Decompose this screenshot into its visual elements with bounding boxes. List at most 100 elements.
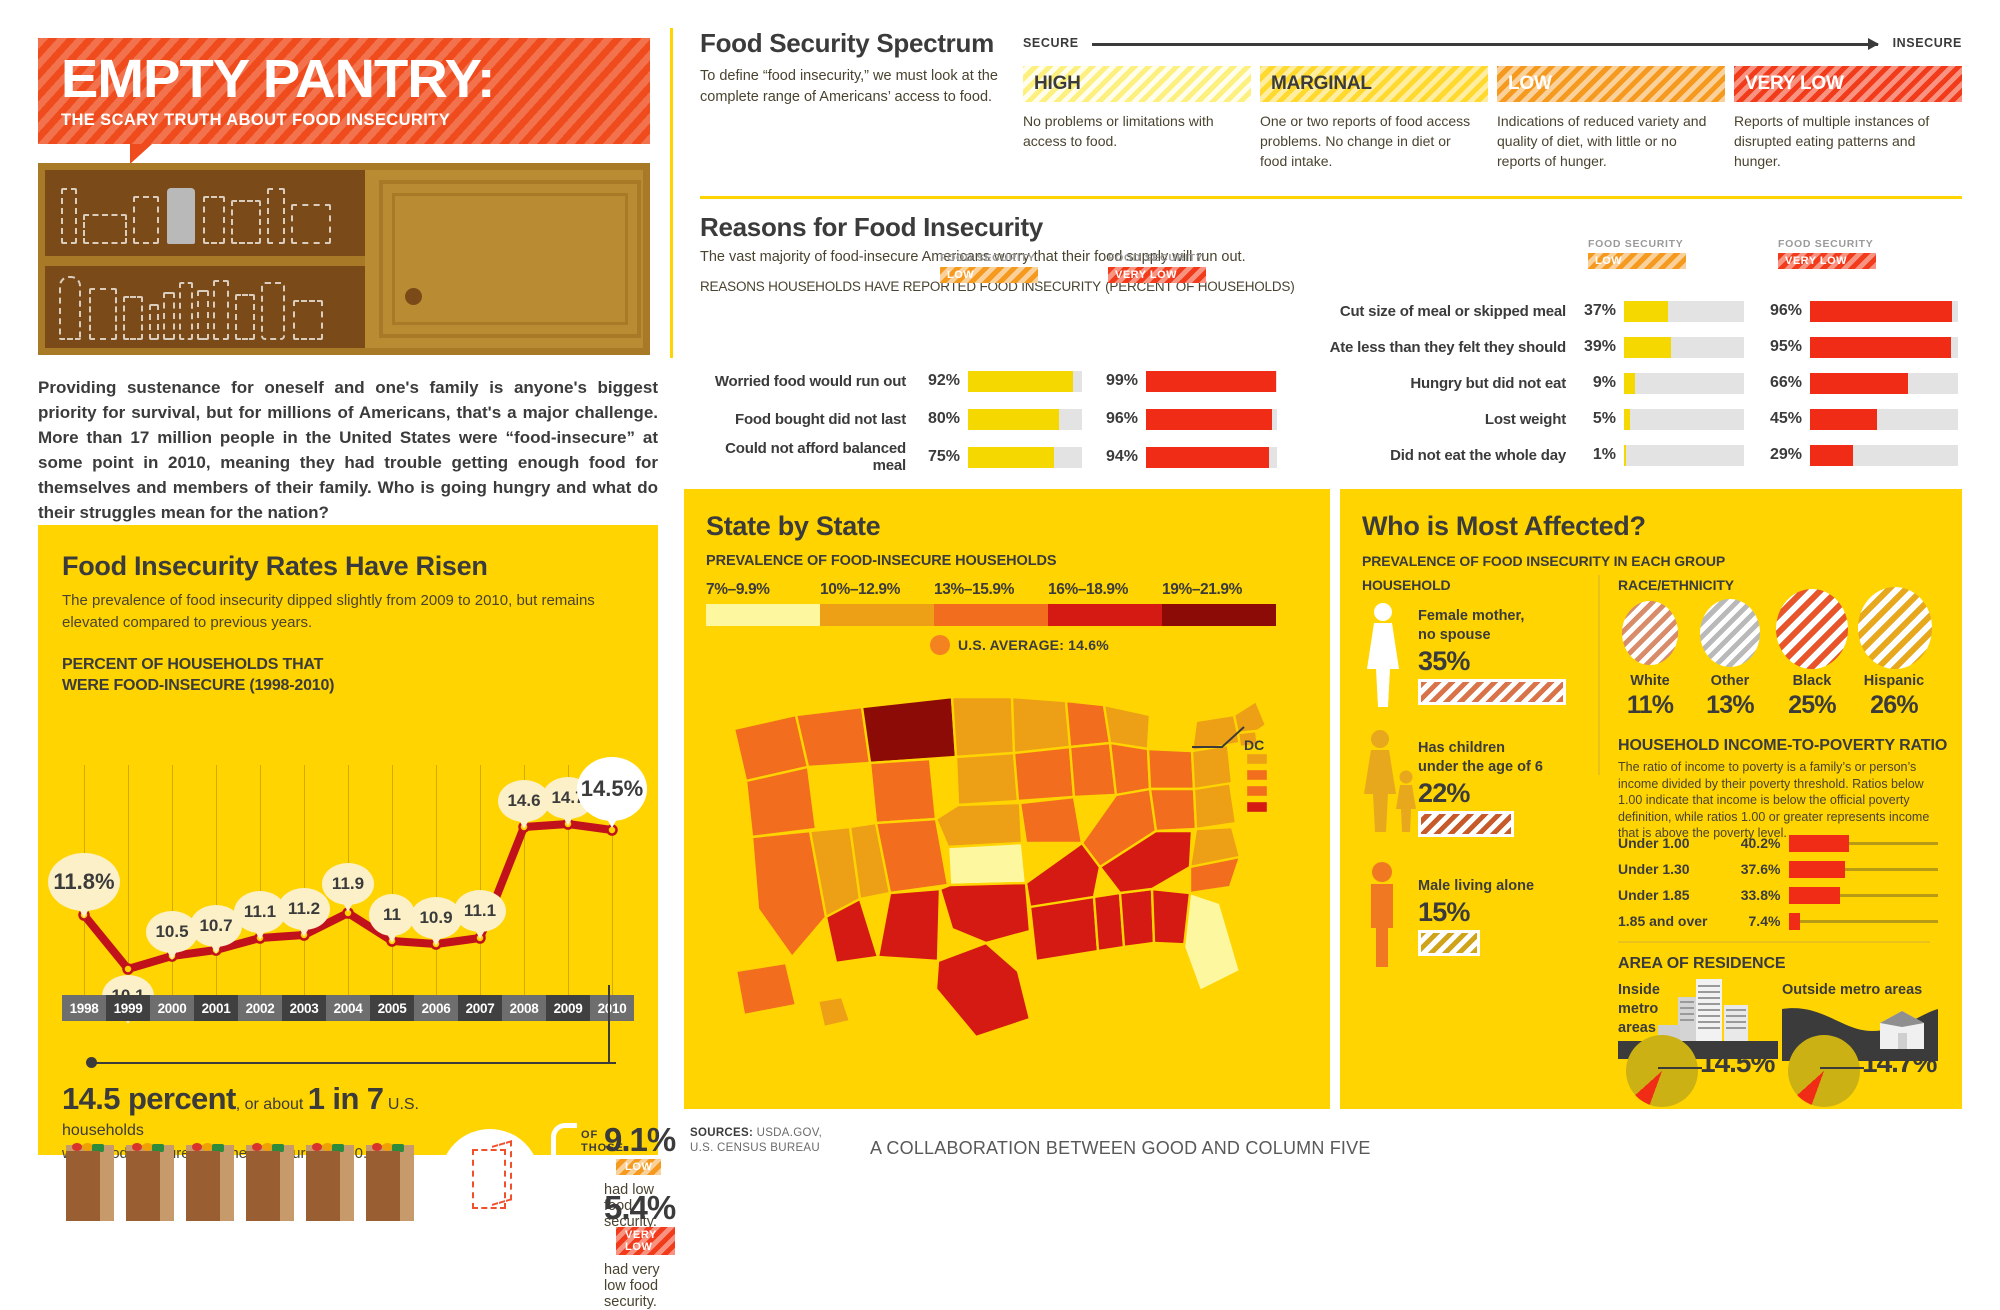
map-legend-label: 13%–15.9% xyxy=(934,581,1014,598)
race-pct: 26% xyxy=(1870,691,1918,719)
reason-very-low-pct: 96% xyxy=(1769,302,1802,319)
reason-low-pct: 92% xyxy=(927,372,960,389)
ratio-row: Under 1.00 40.2% xyxy=(1618,833,1938,853)
spectrum-desc: One or two reports of food access proble… xyxy=(1260,113,1471,169)
residence-leader-line xyxy=(1820,1067,1864,1069)
spectrum-band-label: HIGH xyxy=(1023,66,1251,102)
map-legend-label: 19%–21.9% xyxy=(1162,581,1242,598)
us-average-dot-icon xyxy=(930,635,950,655)
brace-icon xyxy=(551,1123,577,1241)
residence-pct-inside: 14.5% xyxy=(1700,1047,1775,1078)
residence-pct-outside: 14.7% xyxy=(1862,1047,1937,1078)
of-those-label: OF THOSE xyxy=(581,1129,624,1154)
state-id xyxy=(794,705,872,769)
spectrum-insecure-label: INSECURE xyxy=(1892,36,1962,50)
reason-low-pct: 75% xyxy=(927,448,960,465)
reason-low-pct: 37% xyxy=(1583,302,1616,319)
rates-kicker: PERCENT OF HOUSEHOLDS THAT WERE FOOD-INS… xyxy=(38,634,658,696)
household-bar xyxy=(1418,811,1514,837)
map-legend-swatch xyxy=(820,604,934,626)
data-bubble: 11 xyxy=(369,894,415,943)
parent-and-child-icon xyxy=(1364,730,1416,832)
state-tx xyxy=(934,941,1032,1039)
map-legend-swatch xyxy=(1162,604,1276,626)
spectrum-desc: Indications of reduced variety and quali… xyxy=(1497,113,1707,169)
female-person-icon xyxy=(1367,603,1399,707)
state-sd xyxy=(954,751,1020,807)
ratio-label: Under 1.00 xyxy=(1618,835,1690,851)
household-label-l1: Female mother, xyxy=(1418,608,1525,624)
reason-low-bar xyxy=(968,408,1060,430)
substat-very-low-pct: 5.4% xyxy=(604,1189,676,1226)
reason-very-low-bar xyxy=(1810,336,1951,358)
sources-note: SOURCES: USDA.GOV, U.S. CENSUS BUREAU xyxy=(690,1126,822,1156)
reason-very-low-bar xyxy=(1810,444,1853,466)
race-pct: 13% xyxy=(1706,691,1754,719)
rates-subheading: The prevalence of food insecurity dipped… xyxy=(62,592,595,631)
reason-low-bar xyxy=(1624,444,1626,466)
substat-very-low-tag: VERY LOW xyxy=(616,1227,676,1255)
map-legend-swatch xyxy=(934,604,1048,626)
sources-line2: U.S. CENSUS BUREAU xyxy=(690,1142,821,1154)
ratio-pct: 7.4% xyxy=(1748,913,1781,929)
reason-very-low-pct: 66% xyxy=(1769,374,1802,391)
ratio-pct: 37.6% xyxy=(1740,861,1781,877)
ratio-label: 1.85 and over xyxy=(1618,913,1708,929)
reason-label: Lost weight xyxy=(1484,410,1566,428)
residence-leader-line xyxy=(1658,1067,1702,1069)
race-circle-hispanic xyxy=(1858,587,1932,669)
legend-tag-very-low: VERY LOW xyxy=(1108,267,1206,283)
food-insecurity-line-chart: 11.8% 10.1 10.5 10.7 11.1 11.2 11.9 11 1… xyxy=(48,725,647,1024)
food-security-spectrum-section: Food Security Spectrum To define “food i… xyxy=(700,28,1962,198)
panel-inner-divider xyxy=(1598,575,1600,775)
dc-label: DC xyxy=(1244,737,1265,753)
household-bar xyxy=(1418,679,1566,705)
state-mo xyxy=(1018,795,1084,845)
legend-very-low-left: FOOD SECURITY VERY LOW xyxy=(1108,252,1206,283)
state-al xyxy=(1118,887,1156,949)
grocery-bag-icon xyxy=(366,1143,416,1221)
grocery-bag-icon xyxy=(306,1143,356,1221)
grocery-bag-icon xyxy=(246,1143,296,1221)
household-bar-fill xyxy=(1421,814,1511,834)
state-fl xyxy=(1182,891,1242,993)
state-mn xyxy=(1010,695,1072,755)
household-label-l1: Male living alone xyxy=(1418,878,1535,894)
reason-row: Food bought did not last 80% 96% xyxy=(700,404,1310,434)
affected-heading: Who is Most Affected? xyxy=(1362,511,1646,541)
reason-low-bar xyxy=(968,446,1054,468)
reason-row: Ate less than they felt they should 39% … xyxy=(1326,332,1966,362)
who-is-most-affected-panel: Who is Most Affected? PREVALENCE OF FOOD… xyxy=(1340,489,1962,1109)
line-series xyxy=(78,818,618,975)
area-residence-heading: AREA OF RESIDENCE xyxy=(1618,955,1786,972)
race-ethnicity-heading: RACE/ETHNICITY xyxy=(1618,577,1735,593)
ratio-label: Under 1.85 xyxy=(1618,887,1690,903)
income-poverty-description: The ratio of income to poverty is a fami… xyxy=(1618,760,1930,840)
race-name: Hispanic xyxy=(1863,673,1925,689)
pantry-door-knob xyxy=(405,288,422,305)
sources-line1: USDA.GOV, xyxy=(756,1127,823,1139)
state-oh xyxy=(1146,747,1196,791)
reason-label: Ate less than they felt they should xyxy=(1329,338,1567,356)
ratio-row: Under 1.30 37.6% xyxy=(1618,859,1938,879)
household-label-l2: no spouse xyxy=(1418,627,1491,643)
legend-caption: FOOD SECURITY xyxy=(940,252,1036,264)
ratio-label: Under 1.30 xyxy=(1618,861,1690,877)
spectrum-arrow-icon xyxy=(1092,38,1879,50)
year-label: 2006 xyxy=(414,995,458,1021)
reason-very-low-pct: 29% xyxy=(1769,446,1802,463)
reason-low-pct: 80% xyxy=(927,410,960,427)
reason-row: Lost weight 5% 45% xyxy=(1326,404,1966,434)
section-divider xyxy=(1618,941,1930,943)
reasons-kicker-main: REASONS HOUSEHOLDS HAVE REPORTED FOOD IN… xyxy=(700,279,1101,294)
household-heading: HOUSEHOLD xyxy=(1362,577,1451,593)
year-label: 2009 xyxy=(546,995,590,1021)
reason-row: Could not afford balanced meal 75% 94% xyxy=(700,440,1310,474)
state-hi xyxy=(816,995,852,1029)
reasons-kicker: REASONS HOUSEHOLDS HAVE REPORTED FOOD IN… xyxy=(700,278,1962,296)
year-label: 2008 xyxy=(502,995,546,1021)
household-label-l1: Has children xyxy=(1418,740,1506,756)
race-name: Other xyxy=(1710,673,1750,689)
pantry-door-inner-panel xyxy=(392,193,628,325)
year-label: 1999 xyxy=(106,995,150,1021)
